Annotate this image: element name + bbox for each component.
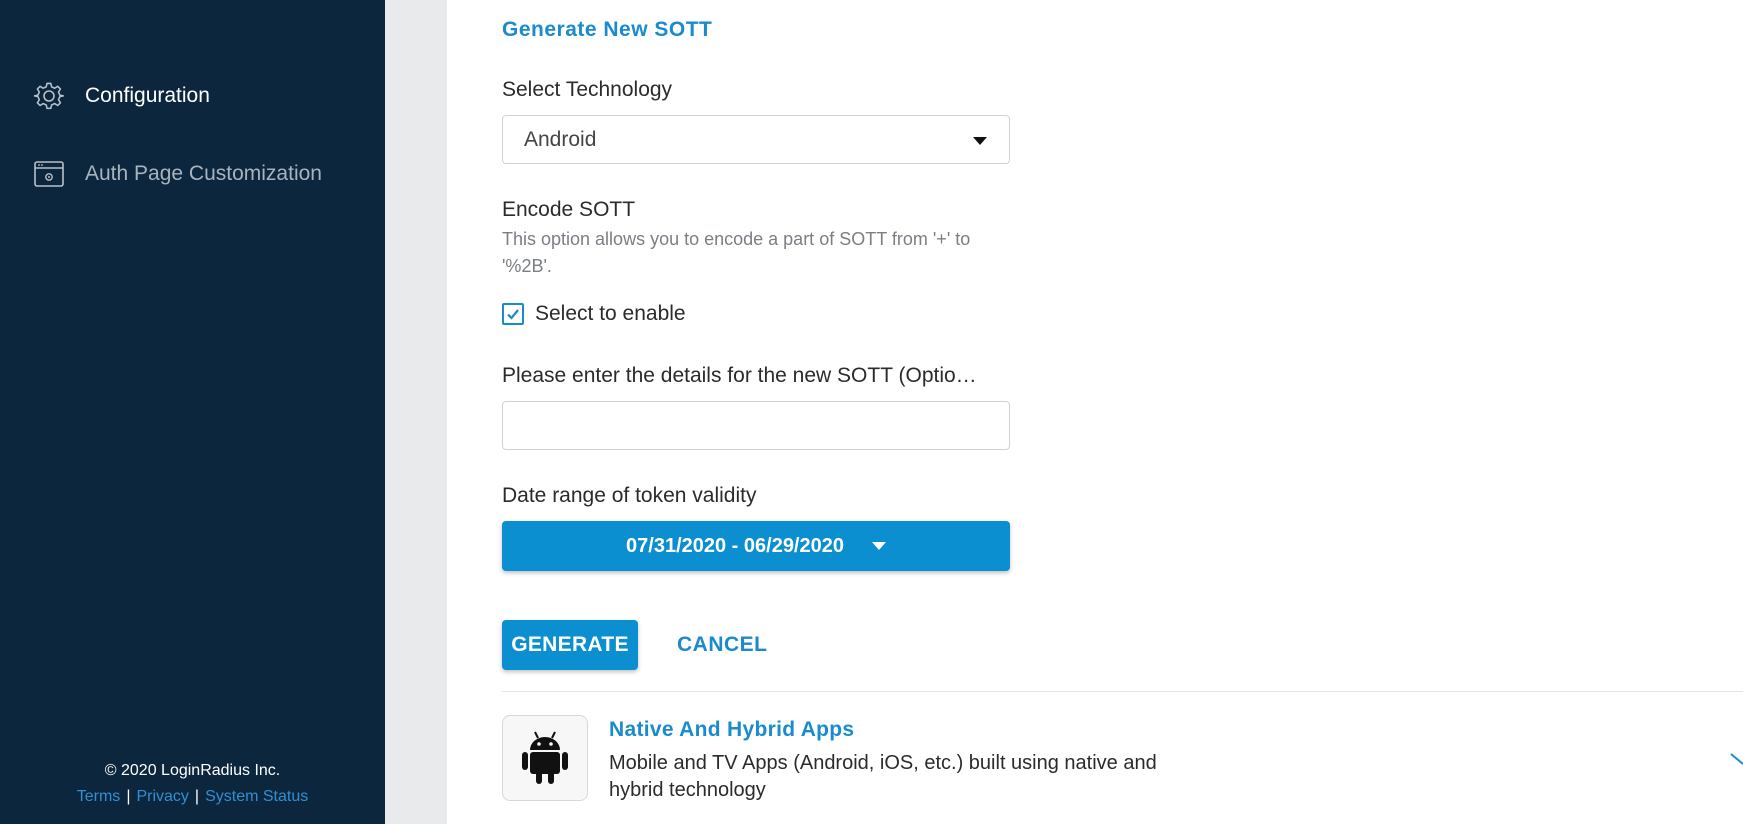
terms-link[interactable]: Terms (77, 788, 121, 805)
logo (62, 0, 192, 4)
encode-enable-label: Select to enable (535, 302, 686, 325)
cancel-button[interactable]: CANCEL (677, 620, 768, 670)
system-status-link[interactable]: System Status (205, 788, 308, 805)
android-icon (522, 731, 568, 784)
encode-enable-checkbox[interactable] (502, 303, 524, 325)
sidebar: Configuration Auth Page Customization © … (0, 0, 385, 824)
encode-sott-help: This option allows you to encode a part … (502, 229, 971, 276)
date-range-picker[interactable]: 07/31/2020 - 06/29/2020 (502, 521, 1010, 571)
encode-sott-label: Encode SOTT (502, 198, 636, 221)
date-range-value: 07/31/2020 - 06/29/2020 (626, 534, 844, 557)
chevron-down-icon (973, 137, 987, 145)
app-card-title[interactable]: Native And Hybrid Apps (609, 718, 854, 742)
sidebar-item-configuration[interactable]: Configuration (33, 80, 210, 112)
technology-label: Select Technology (502, 78, 673, 101)
android-icon-tile (502, 715, 588, 801)
browser-settings-icon (33, 158, 65, 190)
gear-icon (33, 80, 65, 112)
technology-select[interactable]: Android (502, 115, 1010, 164)
footer-separator: | (126, 788, 131, 805)
sidebar-item-label: Configuration (85, 84, 210, 107)
footer-separator: | (194, 788, 200, 805)
chevron-right-icon[interactable] (1729, 752, 1743, 772)
encode-enable-row[interactable]: Select to enable (502, 302, 686, 326)
copyright-text: © 2020 LoginRadius Inc. (104, 762, 281, 779)
main-content: Generate New SOTT Select Technology Andr… (447, 0, 1743, 824)
sidebar-footer: © 2020 LoginRadius Inc. Terms | Privacy | Sy… (0, 762, 385, 806)
divider (502, 691, 1743, 692)
sidebar-item-auth-page-customization[interactable]: Auth Page Customization (33, 158, 322, 190)
chevron-down-icon (871, 542, 886, 550)
technology-selected-value: Android (524, 127, 597, 151)
app-root: Configuration Auth Page Customization © … (0, 0, 1743, 824)
sott-details-input[interactable] (502, 401, 1010, 450)
footer-links: Terms | Privacy | System Status (0, 788, 385, 806)
sott-details-label: Please enter the details for the new SOT… (502, 364, 977, 387)
generate-button[interactable]: GENERATE (502, 620, 638, 670)
page-title: Generate New SOTT (502, 18, 713, 41)
content-gutter (385, 0, 447, 824)
check-icon (507, 309, 519, 320)
privacy-link[interactable]: Privacy (136, 788, 188, 805)
date-range-label: Date range of token validity (502, 484, 757, 507)
sidebar-item-label: Auth Page Customization (85, 162, 322, 185)
app-card-description: Mobile and TV Apps (Android, iOS, etc.) … (609, 752, 1157, 801)
